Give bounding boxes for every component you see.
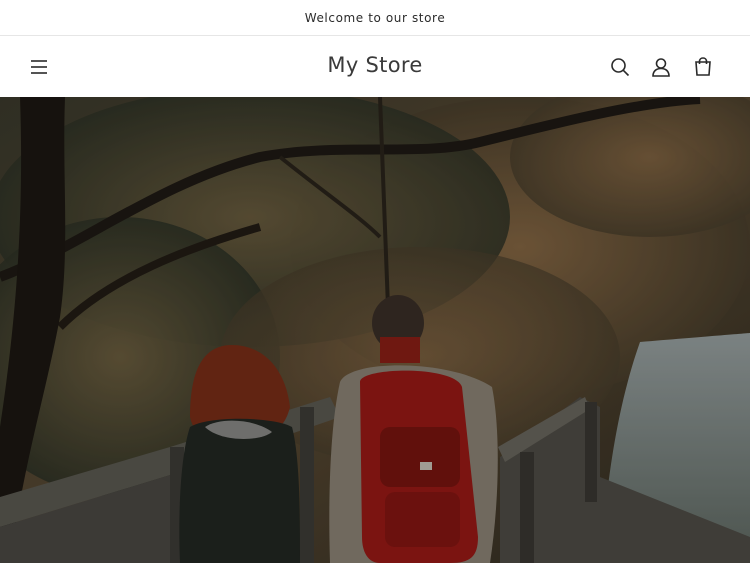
hero-banner <box>0 97 750 563</box>
cart-button[interactable] <box>690 54 716 80</box>
store-logo[interactable]: My Store <box>0 53 750 77</box>
search-icon <box>611 58 630 77</box>
site-header: My Store <box>0 37 750 97</box>
account-button[interactable] <box>648 54 674 80</box>
announcement-bar: Welcome to our store <box>0 0 750 36</box>
announcement-text: Welcome to our store <box>304 10 446 25</box>
hero-image <box>0 97 750 563</box>
search-button[interactable] <box>607 54 633 80</box>
account-icon <box>652 58 670 77</box>
cart-icon <box>695 57 711 76</box>
